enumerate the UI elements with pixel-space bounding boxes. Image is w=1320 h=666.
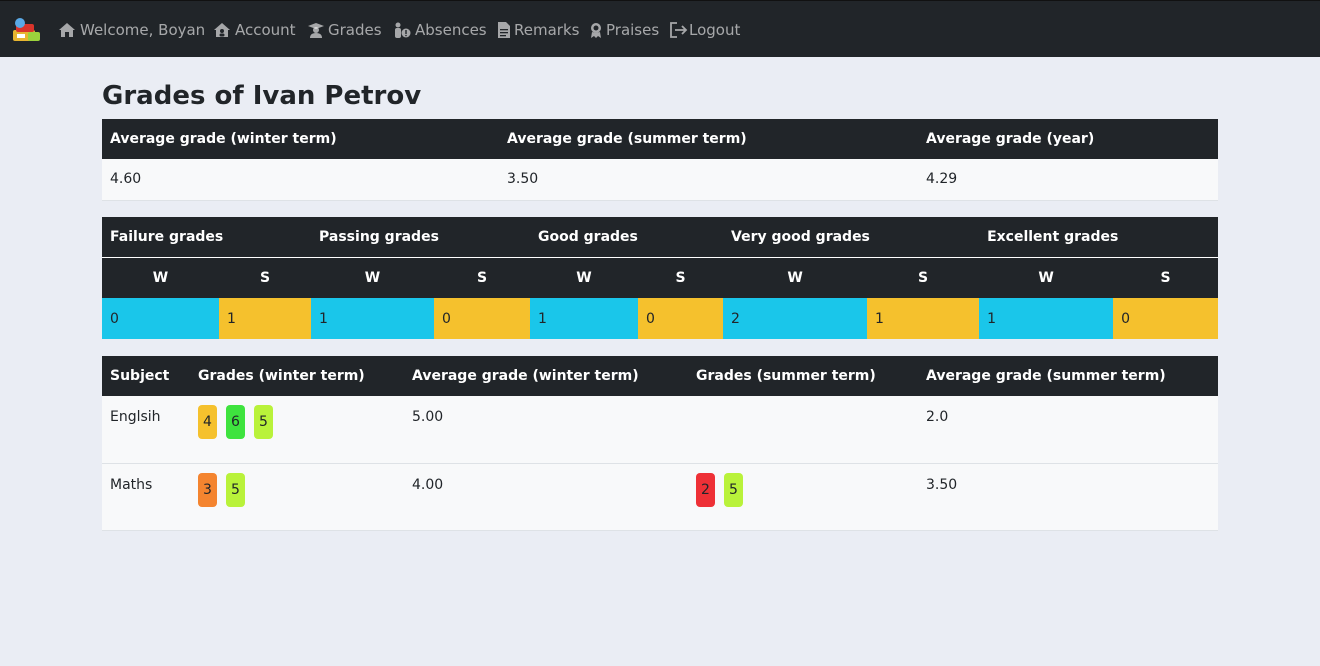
nav-grades[interactable]: Grades	[308, 19, 382, 41]
graduate-icon	[308, 22, 324, 38]
winter-average: 5.00	[404, 396, 688, 464]
passing-winter-count: 1	[311, 298, 435, 339]
header-summer: S	[434, 256, 531, 298]
logout-icon	[670, 22, 688, 38]
nav-remarks-label: Remarks	[514, 21, 580, 39]
nav-logout-label: Logout	[689, 21, 741, 39]
summer-average: 2.0	[918, 396, 1218, 464]
grade-badge[interactable]: 5	[254, 405, 273, 439]
home-icon	[58, 22, 76, 38]
award-icon	[590, 22, 602, 38]
subject-grades-table: Subject Grades (winter term) Average gra…	[102, 356, 1218, 531]
failure-summer-count: 1	[219, 298, 312, 339]
grade-badge[interactable]: 3	[198, 472, 217, 507]
top-navbar: Welcome, Boyan Account Grades Absences R…	[0, 0, 1320, 57]
header-winter: W	[102, 256, 219, 298]
very-good-winter-count: 2	[723, 298, 868, 339]
nav-account[interactable]: Account	[213, 19, 296, 41]
header-winter: W	[979, 256, 1114, 298]
nav-logout[interactable]: Logout	[670, 19, 740, 41]
header-average-winter: Average grade (winter term)	[102, 119, 499, 159]
header-failure-grades: Failure grades	[102, 217, 312, 257]
nav-remarks[interactable]: Remarks	[498, 19, 579, 41]
table-row: 4.60 3.50 4.29	[102, 159, 1218, 201]
failure-winter-count: 0	[102, 298, 219, 339]
nav-grades-label: Grades	[328, 21, 382, 39]
grade-badge[interactable]: 5	[226, 472, 245, 507]
nav-welcome-label: Welcome, Boyan	[80, 21, 206, 39]
passing-summer-count: 0	[434, 298, 531, 339]
header-average-year: Average grade (year)	[918, 119, 1218, 159]
header-summer: S	[638, 256, 724, 298]
header-average-summer: Average grade (summer term)	[918, 356, 1218, 396]
header-summer: S	[219, 256, 312, 298]
header-average-summer: Average grade (summer term)	[499, 119, 918, 159]
header-summer: S	[1113, 256, 1219, 298]
grade-badge[interactable]: 4	[198, 405, 217, 439]
header-winter: W	[530, 256, 639, 298]
header-winter: W	[723, 256, 868, 298]
header-good-grades: Good grades	[530, 217, 724, 257]
header-subject: Subject	[102, 356, 190, 396]
table-row: Englsih 465 5.00 2.0	[102, 396, 1218, 464]
average-year-value: 4.29	[918, 159, 1218, 201]
average-summer-value: 3.50	[499, 159, 918, 201]
page-title: Grades of Ivan Petrov	[102, 81, 422, 111]
grade-badge[interactable]: 6	[226, 405, 245, 439]
excellent-summer-count: 0	[1113, 298, 1219, 339]
header-average-winter: Average grade (winter term)	[404, 356, 688, 396]
winter-average: 4.00	[404, 463, 688, 531]
subject-name: Maths	[102, 463, 190, 531]
summer-grades-cell	[688, 396, 918, 464]
nav-praises[interactable]: Praises	[590, 19, 659, 41]
winter-grades-cell: 35	[190, 463, 404, 531]
nav-welcome[interactable]: Welcome, Boyan	[58, 19, 205, 41]
document-icon	[498, 22, 510, 38]
header-summer: S	[867, 256, 980, 298]
table-row: Maths 35 4.00 25 3.50	[102, 463, 1218, 531]
house-user-icon	[213, 22, 231, 38]
grade-badge[interactable]: 5	[724, 472, 743, 507]
good-summer-count: 0	[638, 298, 724, 339]
summer-average: 3.50	[918, 463, 1218, 531]
winter-grades-cell: 465	[190, 396, 404, 464]
summer-grades-cell: 25	[688, 463, 918, 531]
nav-absences-label: Absences	[415, 21, 487, 39]
header-very-good-grades: Very good grades	[723, 217, 980, 257]
average-grades-table: Average grade (winter term) Average grad…	[102, 119, 1218, 201]
header-passing-grades: Passing grades	[311, 217, 531, 257]
header-grades-winter: Grades (winter term)	[190, 356, 404, 396]
grade-count-table: Failure grades Passing grades Good grade…	[102, 217, 1219, 339]
nav-absences[interactable]: Absences	[393, 19, 487, 41]
header-grades-summer: Grades (summer term)	[688, 356, 918, 396]
very-good-summer-count: 1	[867, 298, 980, 339]
person-absent-icon	[393, 22, 411, 38]
subject-name: Englsih	[102, 396, 190, 464]
table-row: 0 1 1 0 1 0 2 1 1 0	[102, 298, 1219, 339]
nav-account-label: Account	[235, 21, 296, 39]
grade-badge[interactable]: 2	[696, 472, 715, 507]
header-winter: W	[311, 256, 435, 298]
average-winter-value: 4.60	[102, 159, 499, 201]
school-logo-icon[interactable]	[10, 16, 42, 44]
good-winter-count: 1	[530, 298, 639, 339]
excellent-winter-count: 1	[979, 298, 1114, 339]
header-excellent-grades: Excellent grades	[979, 217, 1219, 257]
nav-praises-label: Praises	[606, 21, 660, 39]
